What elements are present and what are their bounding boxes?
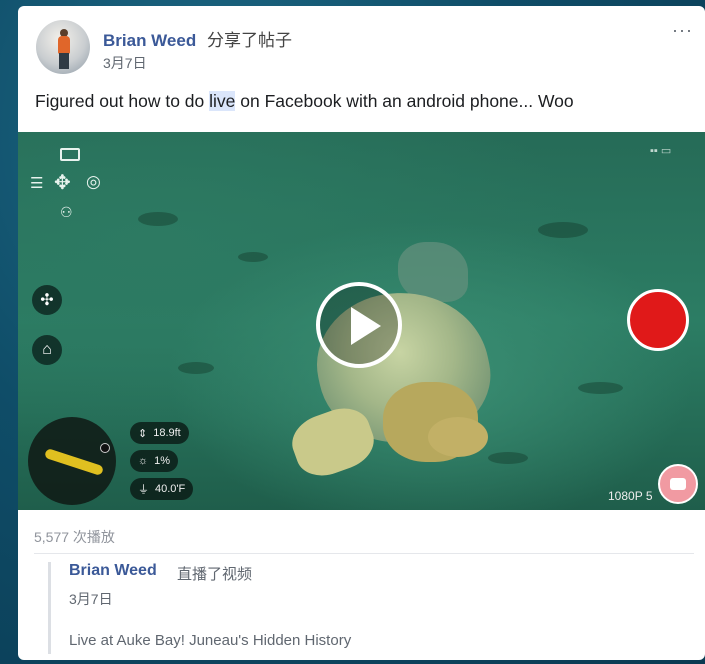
play-icon[interactable] <box>316 282 402 368</box>
shared-action-text: 直播了视频 <box>177 566 253 583</box>
altitude-value: 18.9ft <box>153 427 181 439</box>
hermit-crab-claw <box>428 417 488 457</box>
avatar-figure-body <box>58 36 70 54</box>
light-value: 1% <box>154 455 170 467</box>
view-count: 5,577 次播放 <box>34 529 115 545</box>
light-readout: ☼ 1% <box>130 450 178 472</box>
author-name-link[interactable]: Brian Weed <box>103 31 196 50</box>
avatar-figure-legs <box>59 53 69 69</box>
depth-value: 40.0'F <box>155 483 186 495</box>
gamepad-icon[interactable]: ⚇ <box>60 204 73 221</box>
post-card: Brian Weed 分享了帖子 3月7日 ··· Figured out ho… <box>18 6 705 660</box>
fan-icon[interactable]: ✣ <box>32 285 62 315</box>
home-icon[interactable]: ⌂ <box>32 335 62 365</box>
avatar[interactable] <box>36 20 90 74</box>
seabed-speck <box>538 222 588 238</box>
live-badge-icon[interactable] <box>658 464 698 504</box>
depth-icon: ⏚ <box>138 484 149 496</box>
record-icon[interactable] <box>627 289 689 351</box>
shared-original-post: Brian Weed 直播了视频 3月7日 Live at Auke Bay! … <box>48 562 691 654</box>
depth-readout: ⏚ 40.0'F <box>130 478 194 500</box>
seabed-speck <box>238 252 268 262</box>
post-header: Brian Weed 分享了帖子 <box>103 26 292 51</box>
battery-icon <box>60 148 80 161</box>
post-text-part: Figured out how to do <box>35 91 210 111</box>
altitude-readout: ⇕ 18.9ft <box>130 422 189 444</box>
video-player[interactable]: ☰ ✥ ◎ ⚇ ▪▪ ▭ ✣ ⌂ ⇕ 18.9ft ☼ 1% ⏚ 40.0'F … <box>18 132 705 510</box>
post-text-highlight: live <box>209 91 236 111</box>
resolution-suffix: 5 <box>645 489 653 503</box>
resolution-value: 1080P <box>608 489 643 503</box>
shared-date-link[interactable]: 3月7日 <box>69 589 113 609</box>
seabed-speck <box>578 382 623 394</box>
seabed-speck <box>138 212 178 226</box>
shared-author-link[interactable]: Brian Weed <box>69 562 157 580</box>
sliders-icon[interactable]: ☰ <box>30 174 43 192</box>
seabed-speck <box>178 362 214 374</box>
minimap <box>28 417 116 505</box>
light-bulb-icon: ☼ <box>138 455 149 467</box>
post-date-link[interactable]: 3月7日 <box>103 53 147 73</box>
seabed-speck <box>488 452 528 464</box>
shared-video-title[interactable]: Live at Auke Bay! Juneau's Hidden Histor… <box>69 632 351 649</box>
resolution-label: 1080P 5 <box>608 489 653 503</box>
more-options-icon[interactable]: ··· <box>672 20 693 41</box>
drone-icon <box>43 447 105 477</box>
share-action-text: 分享了帖子 <box>206 31 292 50</box>
post-text: Figured out how to do live on Facebook w… <box>35 91 574 112</box>
target-icon[interactable]: ◎ <box>86 172 101 192</box>
minimap-dot <box>100 443 110 453</box>
divider <box>34 553 694 554</box>
altitude-icon: ⇕ <box>138 427 148 440</box>
dpad-icon[interactable]: ✥ <box>54 170 71 195</box>
status-bar-icons: ▪▪ ▭ <box>650 145 672 157</box>
post-text-part: on Facebook with an android phone... Woo <box>235 91 574 111</box>
